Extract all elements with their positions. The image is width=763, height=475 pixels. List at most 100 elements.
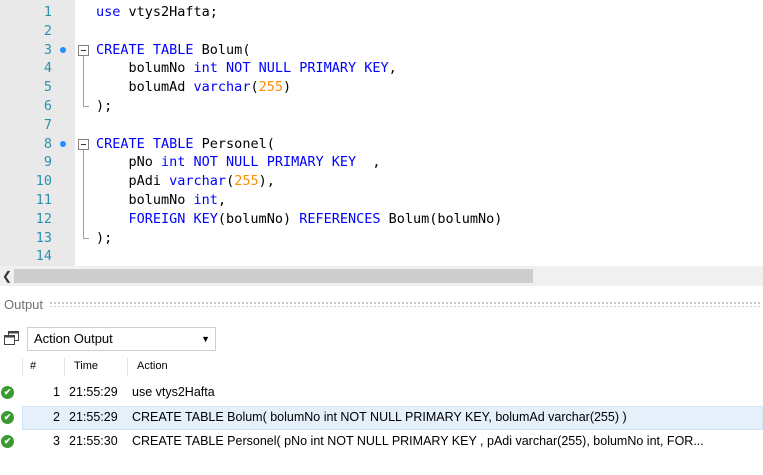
code-line[interactable]: 8 CREATE TABLE Personel(: [0, 135, 763, 154]
fold-guide: [83, 153, 84, 173]
code-line[interactable]: 11 bolumNo int,: [0, 191, 763, 210]
code-line[interactable]: 1 use vtys2Hafta;: [0, 3, 763, 22]
code-text[interactable]: bolumAd varchar(255): [96, 78, 292, 97]
line-number: 4: [43, 60, 52, 77]
horizontal-scrollbar[interactable]: ❮: [0, 266, 763, 286]
column-header-number[interactable]: #: [30, 360, 36, 372]
output-toolbar: Action Output ▼: [0, 326, 763, 352]
code-token: varchar: [169, 173, 227, 190]
code-line[interactable]: 10 pAdi varchar(255),: [0, 172, 763, 191]
code-line[interactable]: 12 FOREIGN KEY(bolumNo) REFERENCES Bolum…: [0, 209, 763, 229]
code-line[interactable]: 7: [0, 116, 763, 135]
row-action: use vtys2Hafta: [132, 385, 215, 399]
row-number: 1: [53, 385, 60, 399]
line-number: 11: [35, 192, 52, 208]
code-text[interactable]: bolumNo int,: [96, 191, 227, 210]
code-token: 255: [258, 79, 283, 96]
fold-guide-end: [83, 106, 89, 107]
sql-editor[interactable]: 1 use vtys2Hafta; 2 3 CREATE TABLE Bolum(4 b…: [0, 0, 763, 266]
success-check-icon: ✔: [1, 410, 14, 424]
row-time: 21:55:29: [69, 385, 118, 399]
code-text[interactable]: bolumNo int NOT NULL PRIMARY KEY,: [96, 59, 397, 78]
statement-marker-icon: [60, 46, 66, 53]
line-number: 3: [43, 41, 52, 58]
code-token: pNo: [96, 154, 162, 171]
column-separator[interactable]: [127, 358, 128, 376]
output-panel-header: Output: [0, 293, 763, 315]
copy-window-icon[interactable]: [4, 331, 20, 345]
code-token: bolumAd: [96, 79, 194, 96]
code-line[interactable]: 3 CREATE TABLE Bolum(: [0, 41, 763, 60]
table-row[interactable]: ✔ 3 21:55:30 CREATE TABLE Personel( pNo int…: [0, 430, 763, 454]
row-action: CREATE TABLE Bolum( bolumNo int NOT NULL…: [132, 409, 627, 424]
code-token: );: [96, 229, 113, 246]
code-token: Bolum(: [193, 41, 251, 58]
code-line[interactable]: 6);: [0, 97, 763, 116]
table-row[interactable]: ✔ 1 21:55:29 use vtys2Hafta: [0, 381, 763, 405]
table-header: # Time Action: [0, 356, 763, 378]
code-token: );: [96, 98, 113, 114]
code-text[interactable]: use vtys2Hafta;: [96, 3, 218, 22]
code-line[interactable]: 14: [0, 247, 763, 266]
code-text[interactable]: );: [96, 229, 112, 248]
code-text[interactable]: );: [96, 97, 112, 116]
scroll-left-arrow-icon[interactable]: ❮: [0, 266, 14, 286]
code-line[interactable]: 13);: [0, 228, 763, 248]
code-token: CREATE TABLE: [96, 41, 194, 58]
code-token: int NOT NULL PRIMARY KEY: [161, 154, 357, 171]
line-number: 13: [35, 229, 52, 246]
fold-guide: [83, 78, 84, 97]
code-token: CREATE TABLE: [96, 135, 194, 152]
collapse-icon[interactable]: [78, 44, 89, 56]
line-number: 9: [43, 154, 52, 171]
panel-grip[interactable]: [49, 301, 761, 307]
code-text[interactable]: FOREIGN KEY(bolumNo) REFERENCES Bolum(bo…: [96, 210, 503, 229]
row-time: 21:55:29: [69, 409, 118, 424]
line-number: 2: [43, 22, 52, 39]
dropdown-arrow-icon: ▼: [201, 334, 210, 344]
code-token: ,: [217, 192, 227, 208]
code-token: varchar: [193, 79, 251, 96]
line-number: 6: [43, 98, 52, 114]
column-header-action[interactable]: Action: [137, 360, 168, 372]
code-token: vtys2Hafta;: [120, 4, 218, 20]
code-token: (: [226, 173, 235, 190]
code-token: int: [193, 192, 218, 208]
line-number: 5: [43, 79, 52, 96]
line-number: 7: [43, 116, 52, 133]
code-text[interactable]: pNo int NOT NULL PRIMARY KEY ,: [96, 153, 381, 172]
collapse-icon[interactable]: [78, 138, 89, 150]
output-source-value: Action Output: [34, 331, 113, 346]
column-separator[interactable]: [64, 358, 65, 376]
code-token: 255: [234, 173, 259, 190]
code-line[interactable]: 4 bolumNo int NOT NULL PRIMARY KEY,: [0, 59, 763, 79]
code-token: ): [282, 79, 292, 96]
code-token: (bolumNo): [217, 210, 300, 227]
code-token: use: [96, 4, 121, 20]
fold-guide: [83, 191, 84, 210]
line-number: 14: [35, 248, 52, 265]
line-number: 1: [43, 4, 52, 20]
code-line[interactable]: 9 pNo int NOT NULL PRIMARY KEY ,: [0, 153, 763, 173]
row-action: CREATE TABLE Personel( pNo int NOT NULL …: [132, 434, 704, 448]
output-source-select[interactable]: Action Output ▼: [27, 327, 216, 351]
code-line[interactable]: 5 bolumAd varchar(255): [0, 78, 763, 97]
code-text[interactable]: pAdi varchar(255),: [96, 172, 275, 191]
code-token: ,: [356, 154, 381, 171]
success-check-icon: ✔: [1, 435, 14, 448]
code-token: Bolum(bolumNo): [380, 210, 503, 227]
column-header-time[interactable]: Time: [74, 360, 98, 372]
row-time: 21:55:30: [69, 434, 118, 448]
scrollbar-thumb[interactable]: [14, 269, 533, 283]
code-text[interactable]: CREATE TABLE Personel(: [96, 135, 275, 154]
fold-guide-end: [83, 237, 89, 239]
action-output-table: # Time Action ✔ 1 21:55:29 use vtys2Hafta ✔ 2…: [0, 356, 763, 475]
code-token: Personel(: [193, 135, 275, 152]
fold-guide: [83, 172, 84, 191]
table-row[interactable]: ✔ 2 21:55:29 CREATE TABLE Bolum( bolumNo in…: [0, 405, 763, 430]
line-number: 12: [35, 210, 52, 227]
column-separator[interactable]: [22, 358, 23, 376]
code-line[interactable]: 2: [0, 22, 763, 41]
code-text[interactable]: CREATE TABLE Bolum(: [96, 41, 250, 60]
